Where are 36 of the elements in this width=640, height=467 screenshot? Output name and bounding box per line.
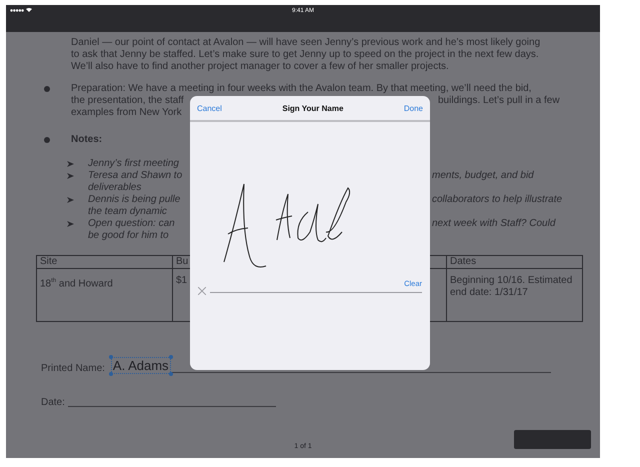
table-cell: Beginning 10/16. Estimated end date: 1/31/17 bbox=[446, 268, 582, 322]
printed-name-text[interactable]: A. Adams bbox=[110, 357, 171, 374]
document-text: Preparation: We have a meeting in four weeks with the Avalon team. By that meeting, we’ll need the bid, bbox=[71, 83, 532, 94]
document-text: We’ll also have to find another project manager to cover a few of her smaller projects. bbox=[71, 61, 449, 72]
close-icon bbox=[198, 287, 206, 295]
document-text: Jenny’s first meeting bbox=[88, 158, 179, 169]
document-text: next week with Staff? Could bbox=[432, 218, 556, 229]
document-text: the team dynamic bbox=[88, 206, 167, 217]
cancel-button[interactable]: Cancel bbox=[197, 104, 222, 112]
table-header: Dates bbox=[446, 256, 582, 268]
document-text: the presentation, the staff bbox=[71, 95, 185, 107]
toolbar-panel[interactable] bbox=[514, 430, 591, 449]
table-header: Site bbox=[36, 256, 172, 268]
document-text: Daniel — our point of contact at Avalon — will have seen Jenny’s previous work and he’s most likely going bbox=[71, 37, 540, 48]
done-button[interactable]: Done bbox=[404, 104, 423, 112]
document-text: Dennis is being pulle bbox=[88, 194, 182, 206]
wifi-icon bbox=[26, 8, 32, 12]
document-text: Teresa and Shawn to bbox=[88, 170, 184, 182]
dialog-title: Sign Your Name bbox=[282, 104, 344, 112]
document-text: Open question: can bbox=[88, 218, 176, 230]
document-text: to ask that Jenny be staffed. Let’s make sure to get Jenny up to speed on the project in the next few days. bbox=[71, 49, 539, 60]
document-text: deliverables bbox=[88, 182, 142, 193]
arrowhead-bullet-icon bbox=[67, 161, 74, 167]
document-text: be good for him to bbox=[88, 230, 169, 241]
arrowhead-bullet-icon bbox=[67, 173, 74, 179]
date-label: Date: bbox=[41, 397, 65, 409]
document-text: collaborators to help illustrate bbox=[432, 194, 562, 205]
table-cell: 18$^{th}$ and Howard bbox=[36, 268, 172, 322]
document-text: buildings. Let’s pull in a few bbox=[438, 95, 560, 106]
document-text: examples from New York bbox=[71, 107, 182, 118]
document-text: ments, budget, and bid bbox=[432, 170, 534, 181]
arrowhead-bullet-icon bbox=[67, 197, 74, 203]
arrowhead-bullet-icon bbox=[67, 221, 74, 227]
signal-icon bbox=[10, 9, 24, 12]
printed-name-label: Printed Name: bbox=[41, 363, 105, 375]
document-text: Notes: bbox=[71, 134, 102, 145]
